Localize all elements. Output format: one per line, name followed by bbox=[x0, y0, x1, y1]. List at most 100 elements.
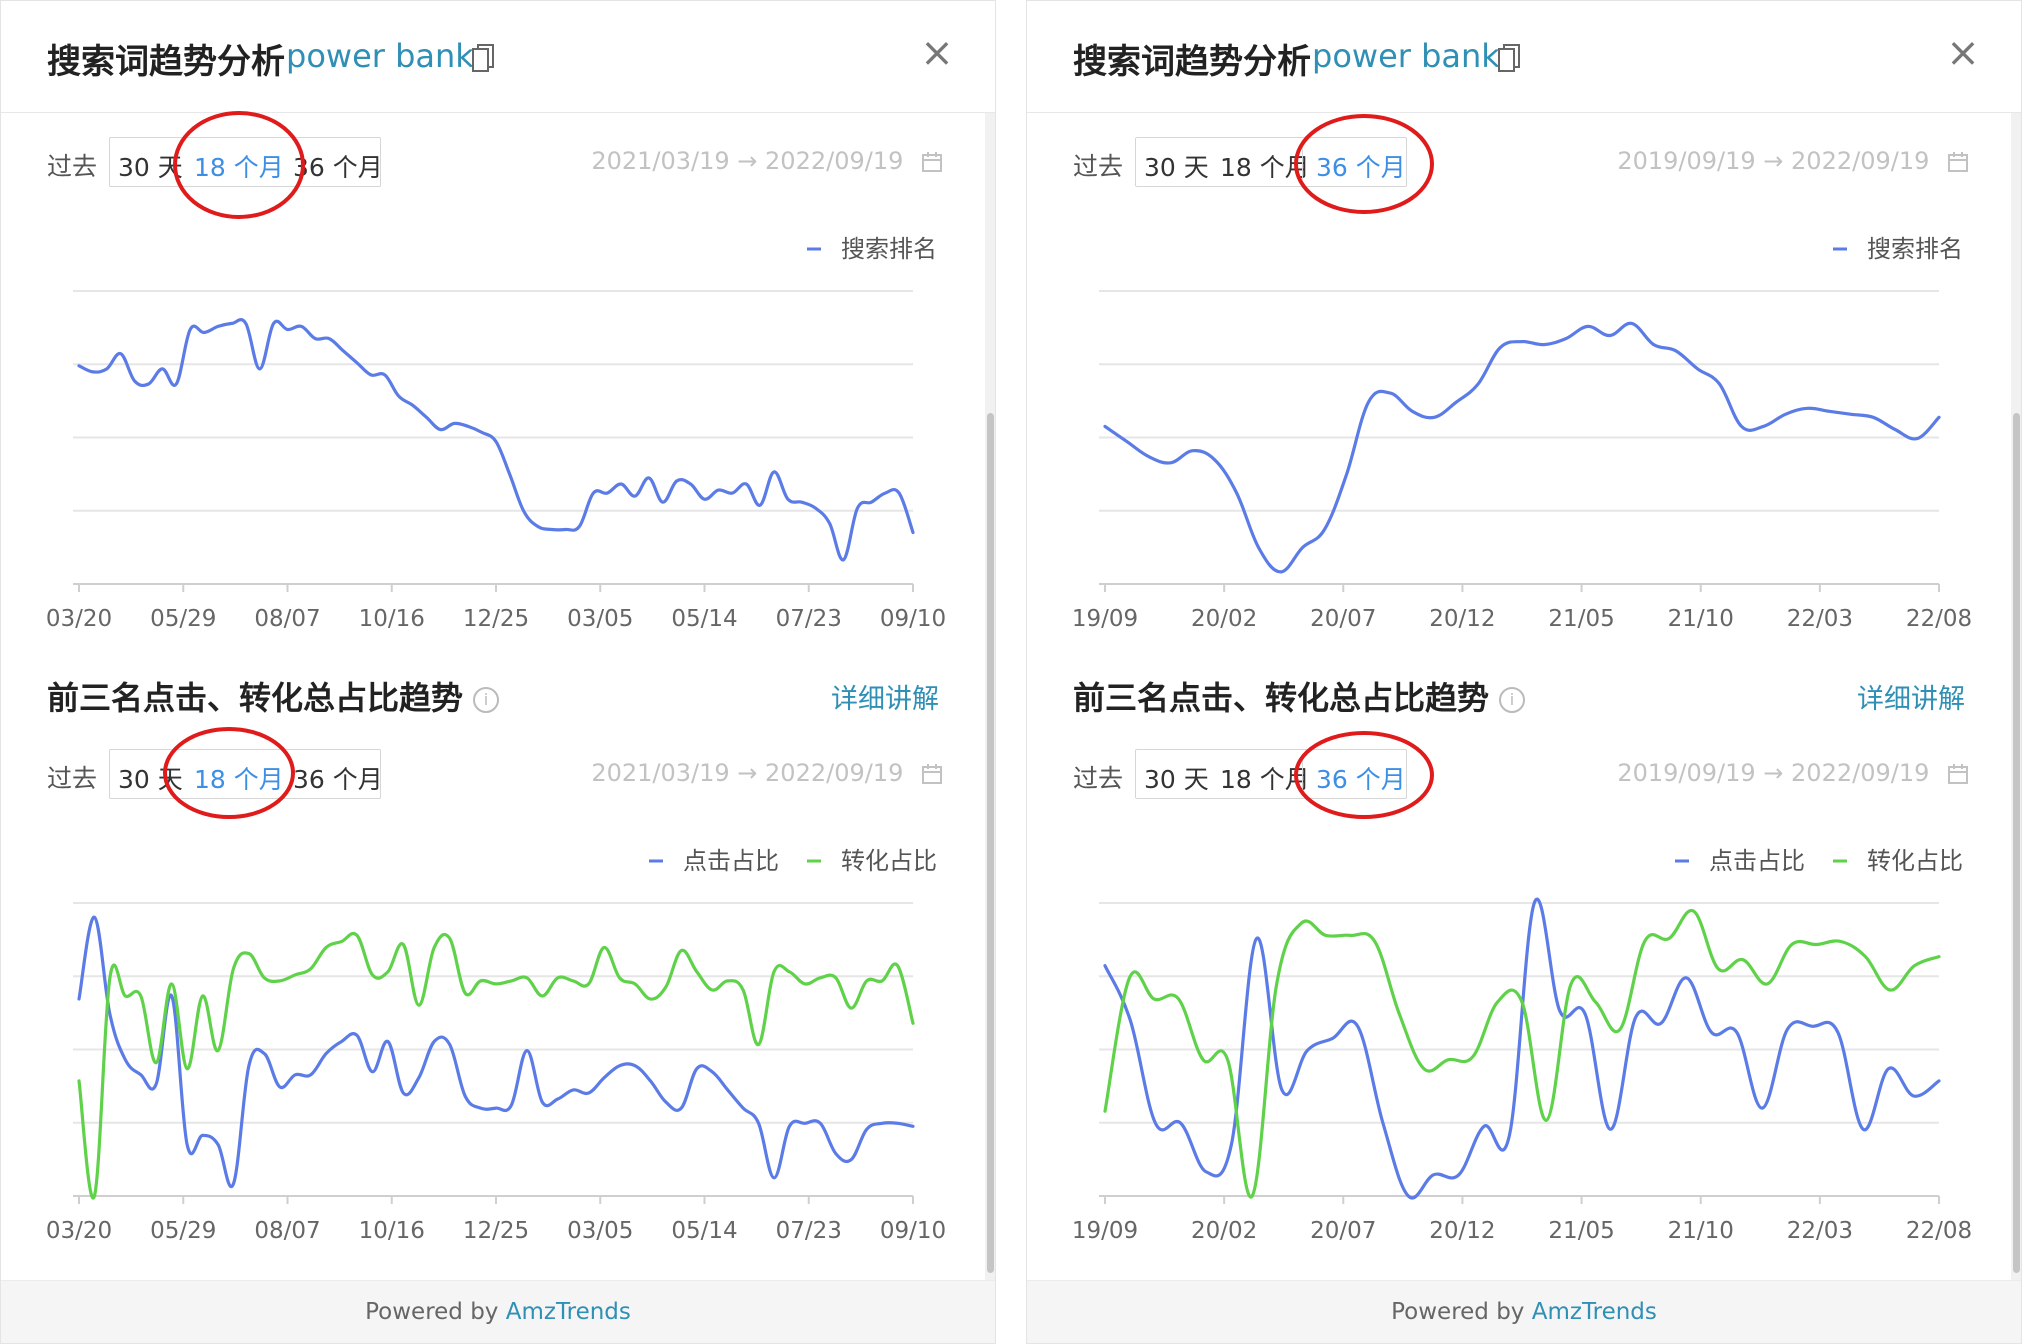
panel-header: 搜索词趋势分析 power bank × bbox=[1027, 1, 2021, 113]
x-tick-label: 20/07 bbox=[1310, 606, 1376, 631]
x-tick-label: 03/20 bbox=[46, 606, 112, 631]
footer: Powered by AmzTrends bbox=[1, 1280, 995, 1343]
option-18-months[interactable]: 18 个月 bbox=[1220, 148, 1310, 184]
date-range-text: 2019/09/19 → 2022/09/19 bbox=[1617, 147, 1930, 175]
close-button[interactable]: × bbox=[1943, 33, 1983, 73]
x-tick-label: 12/25 bbox=[463, 1218, 529, 1243]
x-tick-label: 07/23 bbox=[776, 606, 842, 631]
copy-icon[interactable] bbox=[471, 43, 495, 75]
option-18-months[interactable]: 18 个月 bbox=[1220, 760, 1310, 796]
x-tick-label: 05/29 bbox=[150, 1218, 216, 1243]
close-button[interactable]: × bbox=[917, 33, 957, 73]
x-tick-label: 03/05 bbox=[567, 606, 633, 631]
info-icon[interactable]: i bbox=[473, 687, 500, 713]
legend-label: 搜索排名 bbox=[841, 235, 937, 263]
x-tick-label: 22/08 bbox=[1906, 606, 1972, 631]
x-tick-label: 19/09 bbox=[1072, 606, 1138, 631]
x-tick-label: 08/07 bbox=[254, 606, 320, 631]
series-line[interactable] bbox=[77, 931, 915, 1200]
scrollbar[interactable] bbox=[2011, 113, 2021, 1283]
x-tick-label: 20/02 bbox=[1191, 606, 1257, 631]
range-label: 过去 bbox=[47, 152, 98, 181]
x-tick-label: 22/03 bbox=[1787, 606, 1853, 631]
option-18-months[interactable]: 18 个月 bbox=[194, 148, 284, 184]
click-conversion-share-chart: 19/09 20/02 20/07 20/12 21/05 21/10 22/03 22/08… bbox=[1072, 847, 1972, 1243]
footer-brand-link[interactable]: AmzTrends bbox=[1532, 1299, 1657, 1325]
x-tick-label: 05/14 bbox=[671, 1218, 737, 1243]
detail-link[interactable]: 详细讲解 bbox=[831, 677, 939, 716]
x-tick-label: 20/12 bbox=[1429, 1218, 1495, 1243]
series-line[interactable] bbox=[77, 318, 915, 562]
share-range-selector: 过去 30 天 18 个月 36 个月 2021/03/19 → 2022/09… bbox=[47, 749, 947, 801]
series-line[interactable] bbox=[77, 915, 915, 1189]
calendar-icon bbox=[1948, 152, 1968, 172]
x-tick-label: 20/07 bbox=[1310, 1218, 1376, 1243]
x-tick-label: 20/02 bbox=[1191, 1218, 1257, 1243]
option-36-months[interactable]: 36 个月 bbox=[293, 760, 383, 796]
legend-label: 搜索排名 bbox=[1867, 235, 1963, 263]
panel-title: 搜索词趋势分析 bbox=[47, 42, 285, 82]
x-tick-label: 10/16 bbox=[359, 1218, 425, 1243]
share-range-selector: 过去 30 天 18 个月 36 个月 2019/09/19 → 2022/09… bbox=[1073, 749, 1973, 801]
scrollbar-thumb[interactable] bbox=[2013, 413, 2020, 1273]
x-tick-label: 09/10 bbox=[880, 1218, 946, 1243]
footer: Powered by AmzTrends bbox=[1027, 1280, 2021, 1343]
x-tick-label: 08/07 bbox=[254, 1218, 320, 1243]
trend-panel-left: 搜索词趋势分析 power bank × 过去 30 天 18 个月 36 个月… bbox=[0, 0, 996, 1344]
footer-brand-link[interactable]: AmzTrends bbox=[506, 1299, 631, 1325]
x-tick-label: 22/08 bbox=[1906, 1218, 1972, 1243]
search-keyword: power bank bbox=[286, 37, 474, 75]
date-range-picker[interactable]: 2019/09/19 → 2022/09/19 bbox=[1617, 759, 1969, 787]
range-label: 过去 bbox=[1073, 152, 1124, 181]
search-rank-chart: 03/20 05/29 08/07 10/16 12/25 03/05 05/14 07/23… bbox=[46, 235, 946, 631]
x-tick-label: 21/05 bbox=[1548, 1218, 1614, 1243]
scrollbar[interactable] bbox=[985, 113, 995, 1283]
date-range-picker[interactable]: 2021/03/19 → 2022/09/19 bbox=[591, 147, 943, 175]
option-36-months[interactable]: 36 个月 bbox=[293, 148, 383, 184]
footer-prefix: Powered by bbox=[365, 1299, 506, 1325]
series-line[interactable] bbox=[1103, 321, 1941, 574]
footer-prefix: Powered by bbox=[1391, 1299, 1532, 1325]
option-divider bbox=[1302, 146, 1303, 180]
calendar-icon bbox=[922, 764, 942, 784]
date-range-picker[interactable]: 2021/03/19 → 2022/09/19 bbox=[591, 759, 943, 787]
copy-icon[interactable] bbox=[1497, 43, 1521, 75]
click-conversion-share-chart: 03/20 05/29 08/07 10/16 12/25 03/05 05/14 07/23… bbox=[46, 847, 946, 1243]
calendar-icon bbox=[922, 152, 942, 172]
date-range-text: 2019/09/19 → 2022/09/19 bbox=[1617, 759, 1930, 787]
x-tick-label: 21/10 bbox=[1668, 606, 1734, 631]
x-tick-label: 21/05 bbox=[1548, 606, 1614, 631]
date-range-text: 2021/03/19 → 2022/09/19 bbox=[591, 759, 904, 787]
option-30-days[interactable]: 30 天 bbox=[1144, 760, 1209, 796]
search-keyword: power bank bbox=[1312, 37, 1500, 75]
panel-title: 搜索词趋势分析 bbox=[1073, 42, 1311, 82]
scrollbar-thumb[interactable] bbox=[987, 413, 994, 1273]
option-36-months[interactable]: 36 个月 bbox=[1316, 148, 1406, 184]
range-segmented-control: 30 天 18 个月 36 个月 bbox=[1135, 749, 1407, 799]
x-tick-label: 09/10 bbox=[880, 606, 946, 631]
x-tick-label: 21/10 bbox=[1668, 1218, 1734, 1243]
panel-header: 搜索词趋势分析 power bank × bbox=[1, 1, 995, 113]
date-range-picker[interactable]: 2019/09/19 → 2022/09/19 bbox=[1617, 147, 1969, 175]
range-segmented-control: 30 天 18 个月 36 个月 bbox=[1135, 137, 1407, 187]
trend-panel-right: 搜索词趋势分析 power bank × 过去 30 天 18 个月 36 个月… bbox=[1026, 0, 2022, 1344]
range-segmented-control: 30 天 18 个月 36 个月 bbox=[109, 137, 383, 187]
option-36-months[interactable]: 36 个月 bbox=[1316, 760, 1406, 796]
legend-label: 转化占比 bbox=[1867, 847, 1963, 875]
range-segmented-control: 30 天 18 个月 36 个月 bbox=[109, 749, 383, 799]
option-18-months[interactable]: 18 个月 bbox=[194, 760, 284, 796]
x-tick-label: 03/05 bbox=[567, 1218, 633, 1243]
x-tick-label: 10/16 bbox=[359, 606, 425, 631]
section-title-text: 前三名点击、转化总占比趋势 bbox=[47, 679, 464, 717]
section-title: 前三名点击、转化总占比趋势 i bbox=[1073, 673, 1526, 719]
x-tick-label: 20/12 bbox=[1429, 606, 1495, 631]
section-title-text: 前三名点击、转化总占比趋势 bbox=[1073, 679, 1490, 717]
x-tick-label: 03/20 bbox=[46, 1218, 112, 1243]
info-icon[interactable]: i bbox=[1499, 687, 1526, 713]
option-30-days[interactable]: 30 天 bbox=[118, 148, 183, 184]
option-30-days[interactable]: 30 天 bbox=[1144, 148, 1209, 184]
detail-link[interactable]: 详细讲解 bbox=[1857, 677, 1965, 716]
option-30-days[interactable]: 30 天 bbox=[118, 760, 183, 796]
date-range-text: 2021/03/19 → 2022/09/19 bbox=[591, 147, 904, 175]
x-tick-label: 19/09 bbox=[1072, 1218, 1138, 1243]
